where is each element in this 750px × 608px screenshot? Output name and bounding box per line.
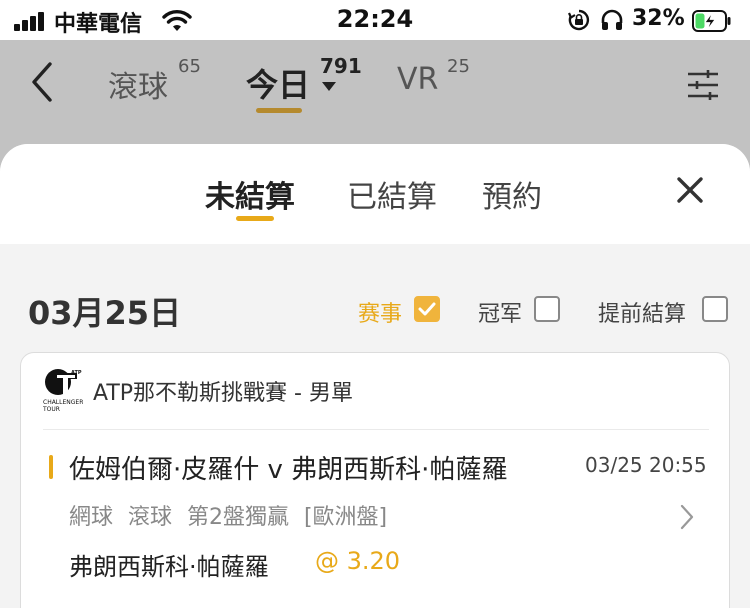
tab-live-label: 滾球	[108, 70, 168, 105]
league-name: ATP那不勒斯挑戰賽 - 男單	[93, 381, 353, 406]
svg-text:CHALLENGER: CHALLENGER	[43, 399, 83, 406]
match-accent-bar	[49, 455, 53, 479]
svg-text:TOUR: TOUR	[43, 406, 60, 413]
battery-charging-icon	[692, 10, 731, 32]
tab-vr-label: VR	[397, 62, 439, 97]
match-datetime: 03/25 20:55	[585, 453, 707, 477]
checkmark-icon	[418, 302, 436, 316]
bet-selection: 弗朗西斯科·帕薩羅	[69, 553, 269, 581]
filter-label-event: 赛事	[358, 302, 403, 327]
filter-checkbox-event[interactable]	[414, 296, 440, 322]
filter-label-champion: 冠军	[478, 302, 523, 327]
svg-text:ATP: ATP	[71, 370, 82, 376]
challenger-tour-logo: ATP CHALLENGER TOUR	[43, 369, 83, 413]
tab-reserved[interactable]: 預約	[482, 172, 542, 216]
close-icon[interactable]	[676, 176, 704, 204]
tab-live-count: 65	[178, 56, 201, 77]
bet-card[interactable]: ATP CHALLENGER TOUR ATP那不勒斯挑戰賽 - 男單 佐姆伯爾…	[20, 352, 730, 608]
battery-percentage: 32%	[632, 6, 685, 31]
tab-settled[interactable]: 已結算	[347, 172, 437, 216]
tab-today-label: 今日	[246, 66, 311, 104]
caret-down-icon	[322, 82, 336, 91]
tab-today-count: 791	[320, 54, 362, 78]
date-heading: 03月25日	[28, 294, 182, 332]
match-title: 佐姆伯爾·皮羅什 v 弗朗西斯科·帕薩羅	[69, 455, 508, 485]
headphones-icon	[601, 9, 623, 30]
back-arrow-icon[interactable]	[26, 60, 58, 104]
tab-today-underline	[256, 108, 302, 113]
filter-checkbox-champion[interactable]	[534, 296, 560, 322]
chevron-right-icon[interactable]	[679, 503, 695, 531]
filter-sliders-icon[interactable]	[686, 68, 720, 102]
rotation-lock-icon	[568, 9, 590, 31]
tab-unsettled[interactable]: 未結算	[205, 172, 295, 216]
tab-unsettled-underline	[236, 216, 274, 221]
tab-today[interactable]: 今日 791	[246, 54, 362, 113]
tab-vr-count: 25	[447, 56, 470, 77]
header-bar: 滾球 65 今日 791 VR 25	[0, 40, 750, 130]
filter-label-cashout: 提前結算	[598, 302, 687, 327]
bets-sheet: 未結算 已結算 預約 03月25日 赛事 冠军 提前結算 ATP CHALLEN…	[0, 144, 750, 608]
tab-live[interactable]: 滾球 65	[108, 56, 201, 106]
sheet-tab-bar: 未結算 已結算 預約	[0, 144, 750, 244]
status-bar: 中華電信 22:24 32%	[0, 0, 750, 40]
bet-market-info: 網球 滾球 第2盤獨贏 [歐洲盤]	[69, 505, 388, 530]
bet-odds: @ 3.20	[315, 547, 401, 575]
tab-vr[interactable]: VR 25	[397, 56, 470, 97]
filter-checkbox-cashout[interactable]	[702, 296, 728, 322]
card-divider	[43, 429, 709, 430]
